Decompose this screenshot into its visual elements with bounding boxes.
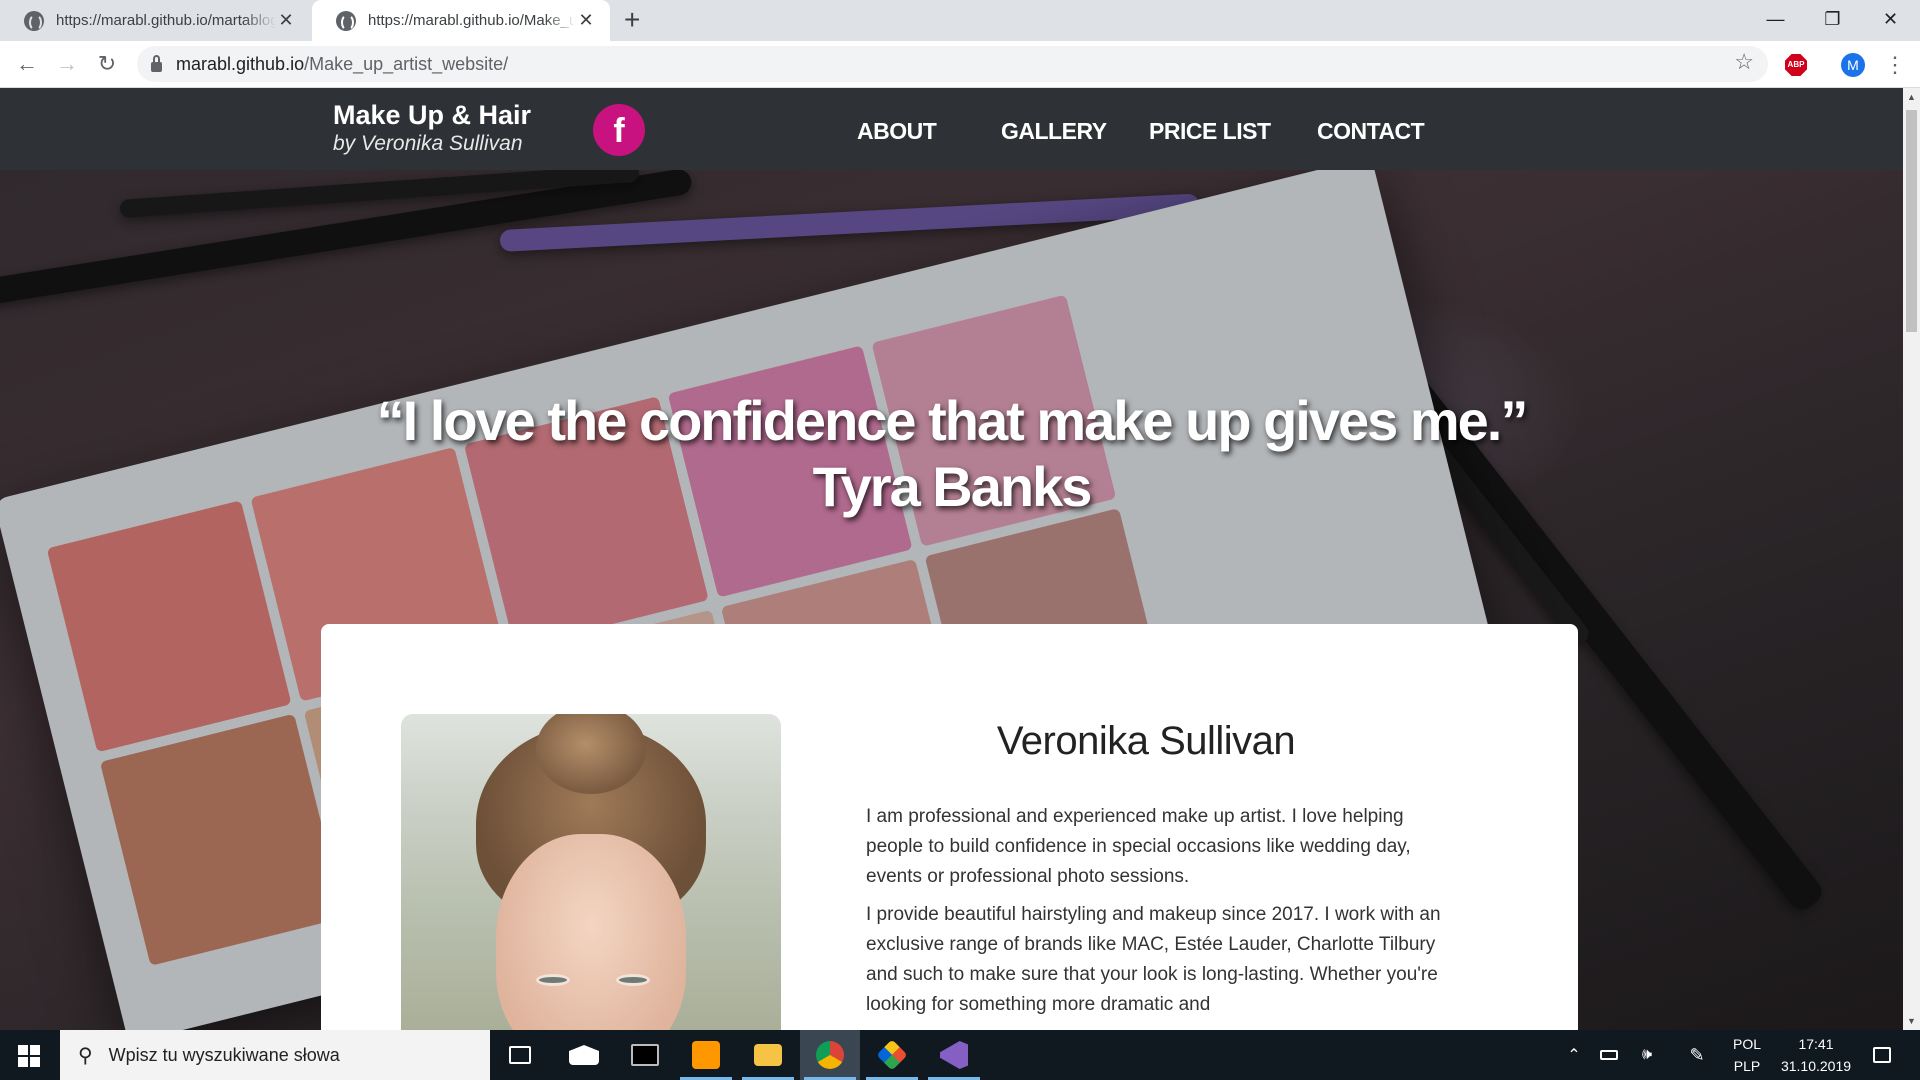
taskbar-search-input[interactable]: ⚲ Wpisz tu wyszukiwane słowa (60, 1030, 490, 1080)
volume-icon[interactable]: 🕪 (1630, 1030, 1664, 1080)
site-navbar: Make Up & Hair by Veronika Sullivan f AB… (0, 88, 1903, 170)
close-tab-icon[interactable]: ✕ (576, 10, 596, 31)
eye-shape (536, 974, 570, 986)
chrome-icon[interactable] (800, 1030, 860, 1080)
bookmark-star-icon[interactable]: ☆ (1734, 49, 1754, 75)
adblock-extension-icon[interactable]: ABP (1785, 54, 1807, 76)
quote-text: “I love the confidence that make up give… (376, 389, 1529, 452)
clock-date: 31.10.2019 (1780, 1058, 1852, 1074)
scrollbar-thumb[interactable] (1906, 110, 1917, 332)
task-view-icon[interactable] (490, 1030, 550, 1080)
globe-icon (336, 10, 356, 31)
new-tab-button[interactable]: + (624, 4, 640, 36)
url-text: marabl.github.io/Make_up_artist_website/ (176, 53, 509, 74)
globe-icon (24, 10, 44, 31)
eye-shape (616, 974, 650, 986)
clock-time: 17:41 (1798, 1036, 1834, 1052)
back-button[interactable]: ← (12, 49, 42, 79)
about-paragraph: I provide beautiful hairstyling and make… (866, 904, 1441, 1015)
windows-taskbar: ⚲ Wpisz tu wyszukiwane słowa ⌃ 🕪 ✎ POL P… (0, 1030, 1920, 1080)
input-language-indicator[interactable]: POL PLP (1725, 1030, 1769, 1080)
show-hidden-icons-icon[interactable]: ⌃ (1560, 1030, 1588, 1080)
visual-studio-icon[interactable] (924, 1030, 984, 1080)
search-icon: ⚲ (78, 1044, 93, 1067)
about-card: Veronika Sullivan I am professional and … (321, 624, 1578, 1030)
forward-button[interactable]: → (52, 49, 82, 79)
brand-subtitle: by Veronika Sullivan (333, 132, 523, 155)
reload-button[interactable]: ↻ (92, 49, 122, 79)
mail-icon[interactable] (554, 1030, 614, 1080)
lock-icon (151, 54, 162, 72)
hero-quote: “I love the confidence that make up give… (0, 388, 1903, 520)
facebook-icon[interactable]: f (593, 104, 645, 156)
page-scrollbar[interactable]: ▲ ▼ (1903, 88, 1920, 1030)
brand-title[interactable]: Make Up & Hair (333, 100, 531, 131)
browser-tab-active[interactable]: https://marabl.github.io/Make_up_artist_… (312, 0, 610, 41)
portrait-photo (401, 714, 781, 1030)
close-window-button[interactable]: ✕ (1862, 0, 1919, 41)
about-paragraph: I am professional and experienced make u… (866, 806, 1411, 887)
file-explorer-icon[interactable] (738, 1030, 798, 1080)
close-tab-icon[interactable]: ✕ (276, 10, 296, 31)
tab-title: https://marabl.github.io/Make_up_artist_… (368, 12, 576, 29)
page-viewport: “I love the confidence that make up give… (0, 88, 1903, 1030)
keyboard-layout-code: PLP (1733, 1058, 1761, 1074)
nav-link-gallery[interactable]: GALLERY (1001, 118, 1107, 145)
git-icon[interactable] (862, 1030, 922, 1080)
face-shape (496, 834, 686, 1030)
address-bar[interactable]: marabl.github.io/Make_up_artist_website/… (137, 46, 1768, 82)
scroll-down-icon[interactable]: ▼ (1907, 1016, 1916, 1026)
nav-link-contact[interactable]: CONTACT (1317, 118, 1425, 145)
pen-workspace-icon[interactable]: ✎ (1680, 1030, 1714, 1080)
terminal-icon[interactable] (615, 1030, 675, 1080)
quote-author: Tyra Banks (812, 455, 1093, 518)
browser-menu-icon[interactable]: ⋮ (1884, 50, 1906, 80)
clock[interactable]: 17:41 31.10.2019 (1770, 1030, 1862, 1080)
language-code: POL (1732, 1036, 1761, 1052)
action-center-icon[interactable] (1862, 1030, 1902, 1080)
sublime-text-icon[interactable] (676, 1030, 736, 1080)
windows-start-icon[interactable] (18, 1045, 40, 1067)
nav-link-price-list[interactable]: PRICE LIST (1149, 118, 1271, 145)
search-placeholder: Wpisz tu wyszukiwane słowa (108, 1044, 340, 1065)
browser-tab[interactable]: https://marabl.github.io/martablog ✕ (0, 0, 310, 41)
browser-tab-strip: https://marabl.github.io/martablog ✕ htt… (0, 0, 1920, 41)
tab-title: https://marabl.github.io/martablog (56, 12, 276, 29)
scroll-up-icon[interactable]: ▲ (1907, 92, 1916, 102)
battery-icon[interactable] (1592, 1030, 1626, 1080)
nav-link-about[interactable]: ABOUT (857, 118, 937, 145)
profile-avatar[interactable]: M (1841, 53, 1865, 77)
browser-toolbar: ← → ↻ marabl.github.io/Make_up_artist_we… (0, 41, 1920, 88)
minimize-button[interactable]: — (1747, 0, 1804, 41)
restore-button[interactable]: ❐ (1804, 0, 1861, 41)
artist-name: Veronika Sullivan (996, 719, 1296, 763)
